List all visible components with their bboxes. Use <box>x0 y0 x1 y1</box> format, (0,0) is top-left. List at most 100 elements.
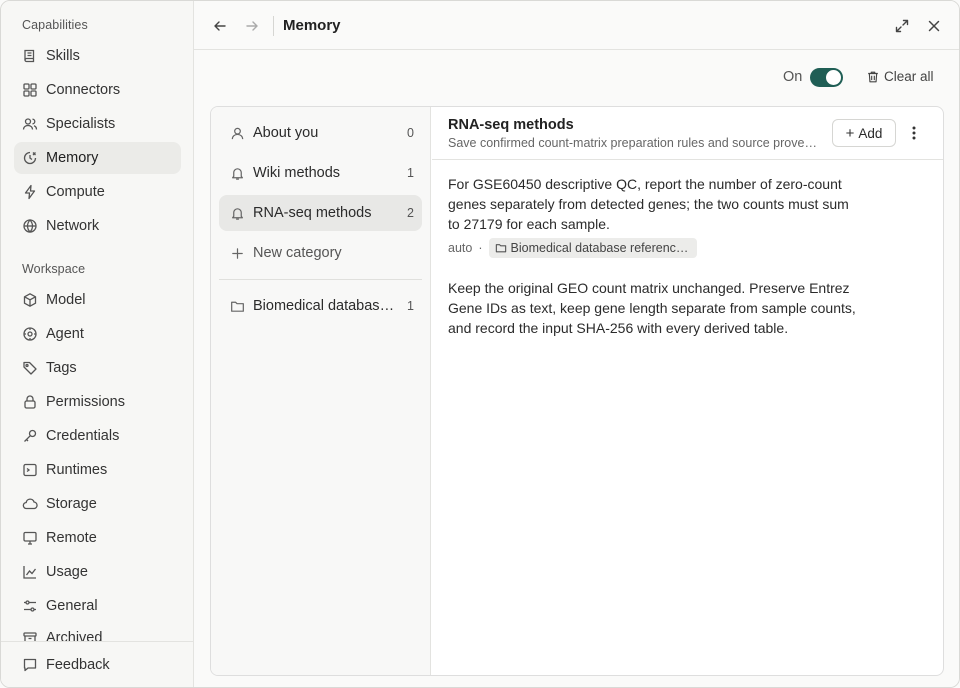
sidebar-item-model[interactable]: Model <box>14 284 181 316</box>
section-label-workspace: Workspace <box>22 262 86 276</box>
arrow-left-icon <box>214 21 226 31</box>
memory-item[interactable]: Keep the original GEO count matrix uncha… <box>448 278 858 338</box>
sidebar-item-general[interactable]: General <box>14 590 181 622</box>
sidebar-item-connectors[interactable]: Connectors <box>14 74 181 106</box>
category-item-wiki-methods[interactable]: Wiki methods 1 <box>219 155 422 191</box>
memory-icon <box>22 150 38 166</box>
sidebar-item-label: Compute <box>46 184 105 200</box>
divider <box>273 16 274 36</box>
memory-panel: About you 0 Wiki methods 1 RNA-seq metho… <box>210 106 944 676</box>
category-item-about-you[interactable]: About you 0 <box>219 115 422 151</box>
memory-item[interactable]: For GSE60450 descriptive QC, report the … <box>448 174 858 258</box>
category-list: About you 0 Wiki methods 1 RNA-seq metho… <box>211 107 431 675</box>
agent-icon <box>22 326 38 342</box>
close-button[interactable] <box>924 16 944 36</box>
new-category-button[interactable]: New category <box>219 235 422 271</box>
sidebar-footer: Feedback <box>1 641 193 687</box>
separator-dot: · <box>478 241 483 255</box>
sliders-icon <box>22 598 38 614</box>
sidebar-item-label: Network <box>46 218 100 234</box>
archive-icon <box>22 630 38 641</box>
category-detail: RNA-seq methods Save confirmed count-mat… <box>432 107 943 675</box>
sidebar-item-credentials[interactable]: Credentials <box>14 420 181 452</box>
globe-icon <box>22 218 38 234</box>
top-bar: Memory <box>194 1 959 50</box>
sidebar-item-archived[interactable]: Archived <box>14 624 181 641</box>
sidebar-item-label: Runtimes <box>46 462 108 478</box>
sidebar-item-memory[interactable]: Memory <box>14 142 181 174</box>
more-options-button[interactable] <box>904 121 924 145</box>
memory-tag-chip[interactable]: Biomedical database references <box>488 238 697 258</box>
sidebar-item-label: Specialists <box>46 116 116 132</box>
person-icon <box>229 125 245 141</box>
sidebar-item-storage[interactable]: Storage <box>14 488 181 520</box>
memory-text: Keep the original GEO count matrix uncha… <box>448 280 856 336</box>
category-label: New category <box>253 245 342 261</box>
back-button[interactable] <box>210 16 230 36</box>
grid-icon <box>22 82 38 98</box>
add-memory-button[interactable]: + Add <box>832 119 896 147</box>
message-icon <box>22 657 38 673</box>
memory-meta: auto · Biomedical database references <box>448 238 858 258</box>
memory-text: For GSE60450 descriptive QC, report the … <box>448 176 849 232</box>
sidebar-item-remote[interactable]: Remote <box>14 522 181 554</box>
sidebar-item-permissions[interactable]: Permissions <box>14 386 181 418</box>
trash-icon <box>868 71 878 82</box>
sidebar-item-label: Remote <box>46 530 97 546</box>
category-item-rna-seq-methods[interactable]: RNA-seq methods 2 <box>219 195 422 231</box>
clear-all-button[interactable]: Clear all <box>866 69 934 84</box>
cloud-icon <box>22 496 38 512</box>
page-title: Memory <box>283 17 341 34</box>
sidebar-item-network[interactable]: Network <box>14 210 181 242</box>
sidebar-item-label: Permissions <box>46 394 125 410</box>
folder-icon <box>229 298 245 314</box>
sidebar-item-skills[interactable]: Skills <box>14 40 181 72</box>
tag-icon <box>22 360 38 376</box>
sidebar-item-label: Tags <box>46 360 77 376</box>
bell-icon <box>229 165 245 181</box>
sidebar-item-specialists[interactable]: Specialists <box>14 108 181 140</box>
category-title: RNA-seq methods <box>448 117 574 133</box>
sidebar: Capabilities Skills Connectors Specialis… <box>1 1 194 687</box>
folder-icon <box>495 244 506 253</box>
feedback-button[interactable]: Feedback <box>14 649 181 681</box>
sidebar-item-label: Storage <box>46 496 97 512</box>
sidebar-item-label: Connectors <box>46 82 121 98</box>
category-count: 0 <box>407 126 414 140</box>
plus-icon: + <box>845 124 855 142</box>
section-label-capabilities: Capabilities <box>22 18 88 32</box>
category-label: Wiki methods <box>253 165 341 181</box>
expand-button[interactable] <box>892 16 912 36</box>
category-count: 1 <box>407 166 414 180</box>
plus-icon <box>229 245 245 261</box>
sidebar-item-label: Model <box>46 292 86 308</box>
sidebar-item-label: Feedback <box>46 657 110 673</box>
cube-icon <box>22 292 38 308</box>
sidebar-item-compute[interactable]: Compute <box>14 176 181 208</box>
book-icon <box>22 48 38 64</box>
memory-source: auto <box>448 241 473 255</box>
forward-button[interactable] <box>242 16 262 36</box>
clear-all-label: Clear all <box>884 69 934 84</box>
arrow-right-icon <box>246 21 258 31</box>
category-count: 2 <box>407 206 414 220</box>
close-icon <box>928 20 940 32</box>
memory-toggle[interactable] <box>810 68 843 87</box>
settings-window: Capabilities Skills Connectors Specialis… <box>0 0 960 688</box>
main-content: Memory On Clear all About you 0 Wiki met… <box>194 1 959 687</box>
sidebar-item-agent[interactable]: Agent <box>14 318 181 350</box>
sidebar-item-label: General <box>46 598 98 614</box>
sidebar-item-usage[interactable]: Usage <box>14 556 181 588</box>
expand-icon <box>895 19 909 33</box>
sidebar-item-label: Usage <box>46 564 88 580</box>
sidebar-scroll-area[interactable]: Capabilities Skills Connectors Specialis… <box>1 1 193 641</box>
sidebar-item-tags[interactable]: Tags <box>14 352 181 384</box>
memory-tag-label: Biomedical database references <box>510 241 689 255</box>
terminal-icon <box>22 462 38 478</box>
toggle-knob <box>826 70 841 85</box>
sidebar-item-runtimes[interactable]: Runtimes <box>14 454 181 486</box>
category-item-biomedical-database-references[interactable]: Biomedical database references 1 <box>219 288 422 324</box>
monitor-icon <box>22 530 38 546</box>
more-vertical-icon <box>912 126 916 140</box>
detail-header: RNA-seq methods Save confirmed count-mat… <box>432 107 943 160</box>
